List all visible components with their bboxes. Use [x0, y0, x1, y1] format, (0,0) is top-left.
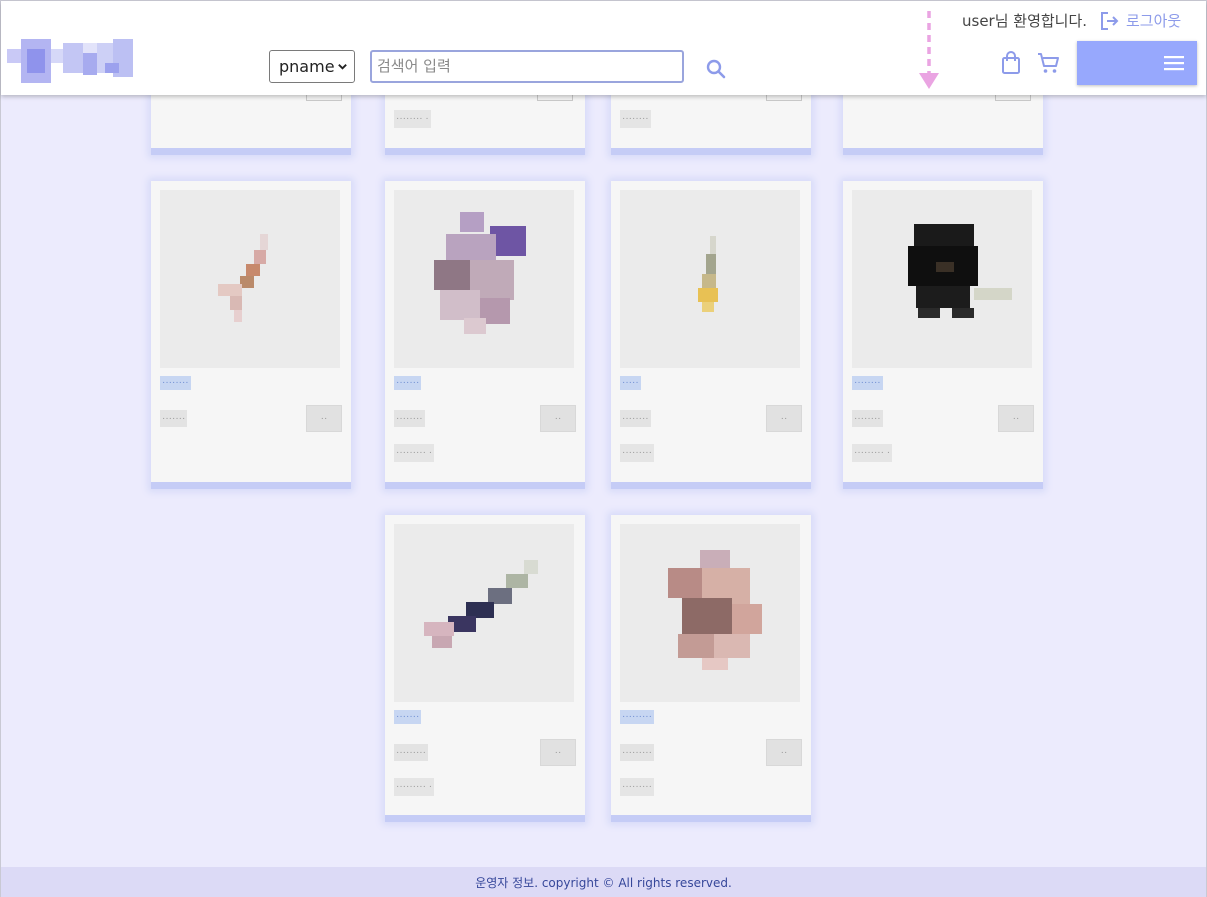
product-card[interactable] — [151, 91, 351, 155]
product-price: ········· — [394, 744, 428, 761]
product-name[interactable]: ········ — [852, 376, 883, 390]
product-image[interactable] — [852, 190, 1032, 368]
product-name[interactable]: ······· — [394, 376, 422, 390]
product-stock: ········ — [620, 110, 651, 128]
logout-icon[interactable] — [1100, 11, 1120, 31]
site-header: pname 검색어 입력 user님 환영합니다. 로그아웃 — [1, 1, 1206, 95]
welcome-message: user님 환영합니다. — [962, 12, 1088, 30]
product-photo — [218, 234, 268, 322]
product-card[interactable]: ········ ······· ·· — [151, 181, 351, 489]
hamburger-menu-icon — [1164, 56, 1184, 71]
product-photo — [908, 224, 1012, 318]
site-footer: 운영자 정보. copyright © All rights reserved. — [1, 867, 1206, 897]
search-field-select-value: pname — [279, 57, 335, 76]
dashed-arrow-down-icon — [919, 11, 939, 89]
product-stock: ········ · — [394, 110, 431, 128]
shopping-bag-icon[interactable] — [1000, 51, 1022, 75]
product-price: ········· — [620, 744, 654, 761]
product-card[interactable] — [843, 91, 1043, 155]
product-photo — [434, 212, 526, 334]
product-price: ········ — [852, 410, 883, 427]
product-photo — [424, 560, 538, 648]
shopping-cart-icon[interactable] — [1037, 51, 1061, 75]
search-icon[interactable] — [704, 57, 728, 81]
add-to-cart-button[interactable]: ·· — [306, 405, 342, 432]
product-stock: ········· · — [394, 778, 435, 796]
product-image[interactable] — [620, 524, 800, 702]
product-card[interactable]: ········ · — [385, 91, 585, 155]
search-field-select[interactable]: pname — [269, 50, 355, 83]
logout-link[interactable]: 로그아웃 — [1126, 10, 1181, 31]
product-name[interactable]: ······· — [394, 710, 422, 724]
product-card[interactable]: ········· ········· ·· ········· — [611, 515, 811, 822]
product-price: ········ — [620, 410, 651, 427]
product-price: ········ — [394, 410, 425, 427]
product-image[interactable] — [394, 524, 574, 702]
product-card[interactable]: ········ ········ ·· ········· · — [843, 181, 1043, 489]
product-card[interactable]: ······· ········· ·· ········· · — [385, 515, 585, 822]
product-stock: ········· — [620, 778, 654, 796]
product-stock: ········· — [620, 444, 654, 462]
product-image[interactable] — [160, 190, 340, 368]
product-name[interactable]: ········ — [160, 376, 191, 390]
product-name[interactable]: ········· — [620, 710, 654, 724]
search-input-placeholder: 검색어 입력 — [377, 57, 451, 75]
add-to-cart-button[interactable]: ·· — [540, 405, 576, 432]
product-card[interactable]: ········ — [611, 91, 811, 155]
product-card[interactable]: ····· ········ ·· ········· — [611, 181, 811, 489]
search-input[interactable]: 검색어 입력 — [370, 50, 684, 83]
add-to-cart-button[interactable]: ·· — [998, 405, 1034, 432]
product-card[interactable]: ······· ········ ·· ········· · — [385, 181, 585, 489]
site-logo[interactable] — [7, 39, 133, 83]
menu-button[interactable] — [1077, 41, 1197, 85]
chevron-down-icon — [338, 64, 347, 70]
add-to-cart-button[interactable]: ·· — [540, 739, 576, 766]
add-to-cart-button[interactable]: ·· — [766, 739, 802, 766]
add-to-cart-button[interactable]: ·· — [766, 405, 802, 432]
product-price: ······· — [160, 410, 188, 427]
product-image[interactable] — [394, 190, 574, 368]
product-photo — [668, 550, 762, 670]
product-stock: ········· · — [394, 444, 435, 462]
product-photo — [698, 236, 718, 312]
footer-text: 운영자 정보. copyright © All rights reserved. — [475, 876, 732, 890]
product-stock: ········· · — [852, 444, 893, 462]
product-image[interactable] — [620, 190, 800, 368]
product-name[interactable]: ····· — [620, 376, 641, 390]
